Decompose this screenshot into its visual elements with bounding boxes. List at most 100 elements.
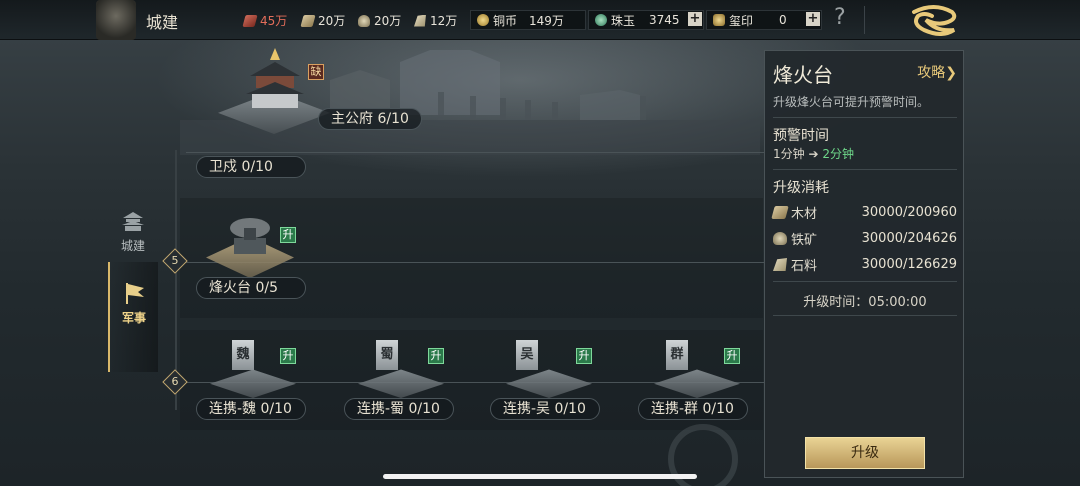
warning-time-value: 1分钟 ➔ 2分钟 xyxy=(773,145,854,162)
cost-row-iron: 铁矿 30000/204626 xyxy=(773,229,957,248)
platform xyxy=(358,369,444,398)
nav-military-label: 军事 xyxy=(121,311,146,325)
upgrade-available-tag: 升 xyxy=(428,348,444,364)
qun-banner: 群 xyxy=(666,340,688,370)
wu-banner: 吴 xyxy=(516,340,538,370)
wood-amount: 20万 xyxy=(318,14,346,28)
page-title: 城建 xyxy=(146,13,179,32)
iron-resource: 20万 xyxy=(358,12,401,29)
beacon-tower-icon xyxy=(230,218,270,254)
back-dragon-icon[interactable] xyxy=(908,4,960,36)
warning-from: 1分钟 xyxy=(773,147,805,161)
platform xyxy=(506,369,592,398)
grain-icon xyxy=(242,14,258,27)
help-button[interactable]: ? xyxy=(834,5,846,30)
iron-amount: 20万 xyxy=(374,14,402,28)
cost-row-stone: 石料 30000/126629 xyxy=(773,255,957,274)
iron-ore-icon xyxy=(358,14,370,27)
cost-name: 木材 xyxy=(791,207,818,222)
row-divider xyxy=(186,152,764,153)
panel-title: 烽火台 xyxy=(773,63,833,87)
upgrade-button[interactable]: 升级 xyxy=(805,437,925,469)
mansion-icon xyxy=(246,48,304,108)
warning-to: 2分钟 xyxy=(822,147,854,161)
arrow-right-icon: ➔ xyxy=(808,147,819,161)
alliance-wu-building[interactable]: 吴 xyxy=(506,336,592,398)
cost-value: 30000/126629 xyxy=(861,257,957,272)
alliance-shu-label[interactable]: 连携-蜀 0/10 xyxy=(344,398,454,420)
alliance-qun-building[interactable]: 群 xyxy=(654,336,740,398)
seal-icon xyxy=(713,14,725,26)
cost-value: 30000/200960 xyxy=(861,205,957,220)
seal-currency: 玺印 0 xyxy=(706,10,822,30)
beacon-tower-building[interactable] xyxy=(206,214,294,278)
jade-icon xyxy=(595,14,607,26)
cost-row-wood: 木材 30000/200960 xyxy=(771,203,957,222)
add-jade-button[interactable]: + xyxy=(688,12,702,26)
wood-resource: 20万 xyxy=(300,12,346,29)
divider xyxy=(773,315,957,316)
wei-banner: 魏 xyxy=(232,340,254,370)
alliance-qun-label[interactable]: 连携-群 0/10 xyxy=(638,398,748,420)
garrison-label[interactable]: 卫戍 0/10 xyxy=(196,156,306,178)
copper-coin-icon xyxy=(477,14,489,26)
guide-link-label: 攻略 xyxy=(917,65,946,81)
wood-icon xyxy=(771,206,789,219)
upgrade-time: 升级时间：05:00:00 xyxy=(803,295,927,310)
copper-currency: 铜币 149万 xyxy=(470,10,586,30)
upgrade-cost-title: 升级消耗 xyxy=(773,180,829,196)
seal-label: 玺印 xyxy=(729,13,754,28)
upgrade-available-tag: 升 xyxy=(724,348,740,364)
cost-name: 铁矿 xyxy=(791,233,818,248)
cost-name: 石料 xyxy=(791,259,818,274)
copper-label: 铜币 xyxy=(493,13,518,28)
panel-description: 升级烽火台可提升预警时间。 xyxy=(773,95,930,109)
building-detail-panel: 烽火台 攻略❯ 升级烽火台可提升预警时间。 预警时间 1分钟 ➔ 2分钟 升级消… xyxy=(764,50,964,478)
chevron-right-icon: ❯ xyxy=(945,65,957,81)
guide-link[interactable]: 攻略❯ xyxy=(917,62,957,82)
lord-avatar[interactable] xyxy=(96,0,136,40)
lord-mansion-label[interactable]: 主公府 6/10 xyxy=(318,108,422,130)
stone-icon xyxy=(414,14,426,27)
wood-icon xyxy=(300,14,316,27)
cost-value: 30000/204626 xyxy=(861,231,957,246)
military-flag-icon xyxy=(126,283,144,304)
upgrade-available-tag: 升 xyxy=(576,348,592,364)
grain-resource: 45万 xyxy=(242,12,288,29)
platform xyxy=(210,369,296,398)
jade-amount: 3745 xyxy=(649,13,680,27)
game-background: 城建 45万 20万 20万 12万 铜币 149万 珠玉 3745 + 玺印 … xyxy=(0,0,1080,486)
nav-item-military[interactable]: 军事 xyxy=(108,262,158,372)
jade-label: 珠玉 xyxy=(611,13,636,28)
divider xyxy=(773,117,957,118)
warning-time-title: 预警时间 xyxy=(773,128,829,144)
upgrade-available-tag: 升 xyxy=(280,348,296,364)
alliance-wu-label[interactable]: 连携-吴 0/10 xyxy=(490,398,600,420)
alliance-shu-building[interactable]: 蜀 xyxy=(358,336,444,398)
category-nav: 城建 军事 xyxy=(108,200,158,380)
grain-amount: 45万 xyxy=(260,14,288,28)
upgrade-available-tag: 升 xyxy=(280,227,296,243)
beacon-tower-label[interactable]: 烽火台 0/5 xyxy=(196,277,306,299)
nav-item-city[interactable]: 城建 xyxy=(108,210,158,270)
seal-amount: 0 xyxy=(779,13,787,27)
add-seal-button[interactable]: + xyxy=(806,12,820,26)
lord-mansion-building[interactable] xyxy=(218,42,330,134)
nav-city-label: 城建 xyxy=(120,239,145,253)
iron-ore-icon xyxy=(773,232,787,245)
shu-banner: 蜀 xyxy=(376,340,398,370)
platform xyxy=(654,369,740,398)
stone-resource: 12万 xyxy=(414,12,457,29)
divider xyxy=(773,169,957,170)
top-bar: 城建 45万 20万 20万 12万 铜币 149万 珠玉 3745 + 玺印 … xyxy=(0,0,1080,40)
resource-shortage-tag: 缺 xyxy=(308,64,324,80)
jade-currency: 珠玉 3745 xyxy=(588,10,704,30)
alliance-wei-label[interactable]: 连携-魏 0/10 xyxy=(196,398,306,420)
stone-icon xyxy=(773,258,787,271)
home-indicator[interactable] xyxy=(383,474,697,479)
city-building-icon xyxy=(122,212,144,231)
divider xyxy=(773,281,957,282)
copper-amount: 149万 xyxy=(529,13,564,28)
alliance-wei-building[interactable]: 魏 xyxy=(210,336,296,398)
top-divider xyxy=(864,6,865,34)
